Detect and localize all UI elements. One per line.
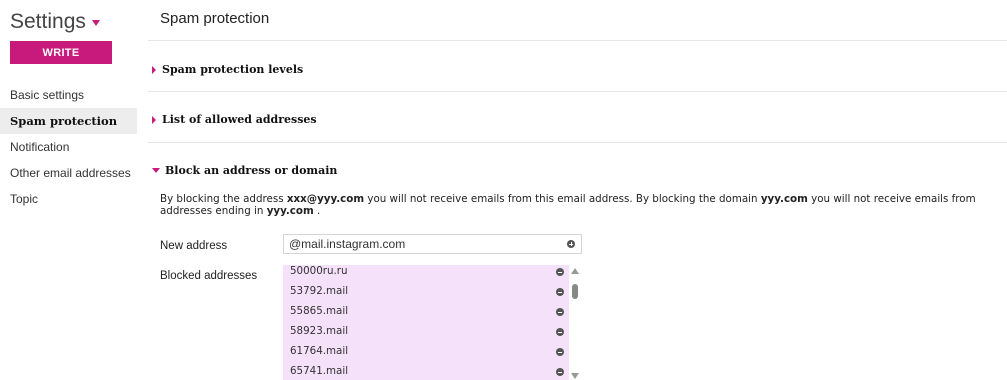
section-label: Spam protection levels [162,63,304,76]
list-item: 65741.mail [283,362,569,380]
description-text: . [313,205,321,217]
section-label: Block an address or domain [165,164,338,177]
write-button[interactable]: WRITE [10,41,112,64]
list-item: 58923.mail [283,322,569,342]
blocked-addresses-list[interactable]: 50000ru.ru 53792.mail 55865.mail 58923.m… [283,265,569,380]
remove-minus-icon[interactable] [556,308,564,316]
blocked-address: 65741.mail [290,365,349,377]
section-spam-protection-levels[interactable]: Spam protection levels [152,63,303,76]
list-item: 50000ru.ru [283,265,569,282]
nav-item-notification[interactable]: Notification [0,134,137,160]
nav-item-other-email-addresses[interactable]: Other email addresses [0,160,137,186]
domain-example: yyy.com [760,193,808,205]
settings-title: Settings [10,10,86,33]
blocked-address: 55865.mail [290,305,349,317]
domain-example: yyy.com [266,205,314,217]
section-allowed-addresses[interactable]: List of allowed addresses [152,113,317,126]
section-block-address[interactable]: Block an address or domain [152,164,337,177]
divider [148,142,1007,143]
caret-down-icon[interactable] [91,20,100,26]
add-address-plus-icon[interactable] [567,240,575,248]
divider [148,91,1007,92]
address-example: xxx@yyy.com [286,193,365,205]
main-panel: Spam protection Spam protection levels L… [148,0,1007,380]
triangle-down-icon [152,168,160,173]
divider [148,40,1007,41]
remove-minus-icon[interactable] [556,368,564,376]
blocked-address: 58923.mail [290,325,349,337]
page-title: Spam protection [160,10,270,27]
blocked-address: 61764.mail [290,345,349,357]
list-item: 55865.mail [283,302,569,322]
scrollbar-thumb[interactable] [572,284,578,299]
nav-item-topic[interactable]: Topic [0,186,137,212]
settings-nav: Basic settings Spam protection Notificat… [0,82,137,212]
remove-minus-icon[interactable] [556,328,564,336]
nav-item-basic-settings[interactable]: Basic settings [0,82,137,108]
nav-item-spam-protection[interactable]: Spam protection [0,108,137,134]
triangle-right-icon [152,115,156,124]
triangle-right-icon [152,65,156,74]
settings-menu[interactable]: Settings [10,10,100,34]
remove-minus-icon[interactable] [556,288,564,296]
blocked-address: 50000ru.ru [290,265,348,277]
blocked-addresses-label: Blocked addresses [160,270,258,282]
list-item: 61764.mail [283,342,569,362]
new-address-label: New address [160,240,228,252]
block-description: By blocking the address xxx@yyy.com you … [160,193,1005,217]
remove-minus-icon[interactable] [556,268,564,276]
list-item: 53792.mail [283,282,569,302]
remove-minus-icon[interactable] [556,348,564,356]
scroll-down-arrow-icon[interactable] [571,373,579,379]
description-text: By blocking the address [160,193,287,205]
sidebar: Settings WRITE Basic settings Spam prote… [0,0,137,380]
new-address-input[interactable]: @mail.instagram.com [283,234,582,254]
scroll-up-arrow-icon[interactable] [571,268,579,274]
description-text: you will not receive emails from this em… [364,193,761,205]
section-label: List of allowed addresses [162,113,317,126]
blocked-address: 53792.mail [290,285,349,297]
